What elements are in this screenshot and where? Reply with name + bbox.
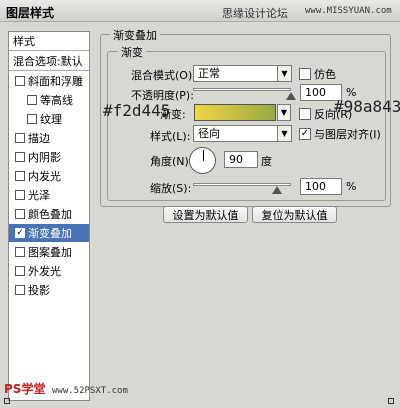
angle-dial[interactable] (189, 147, 216, 174)
checkbox[interactable] (299, 68, 311, 80)
sidebar-item-blending-options[interactable]: 混合选项:默认 (9, 52, 89, 70)
gradient-swatch[interactable] (194, 104, 276, 121)
dialog-title: 图层样式 (6, 6, 55, 20)
list-item-label: 描边 (28, 132, 50, 145)
checkbox-checked[interactable]: ✓ (299, 128, 311, 140)
list-item-label: 光泽 (28, 189, 50, 202)
style-list: 样式 混合选项:默认 斜面和浮雕 等高线 纹理 描边 内阴影 内发光 光泽 颜色… (8, 31, 90, 401)
checkbox[interactable] (15, 76, 25, 86)
scale-label: 缩放(S): (150, 182, 192, 195)
checkbox[interactable] (299, 108, 311, 120)
sidebar-item-texture[interactable]: 纹理 (9, 110, 89, 128)
list-item-label: 混合选项:默认 (13, 55, 83, 68)
list-item-label: 投影 (28, 284, 50, 297)
sidebar-item-contour[interactable]: 等高线 (9, 91, 89, 109)
list-item-label: 渐变叠加 (28, 227, 72, 240)
list-item-label: 纹理 (40, 113, 62, 126)
sidebar-item-drop-shadow[interactable]: 投影 (9, 281, 89, 299)
panel-title: 渐变叠加 (110, 27, 160, 43)
list-item-label: 图案叠加 (28, 246, 72, 259)
angle-input[interactable]: 90 (224, 151, 258, 168)
checkbox[interactable] (15, 171, 25, 181)
chevron-down-icon[interactable]: ▼ (277, 126, 291, 141)
list-item-label: 等高线 (40, 94, 73, 107)
list-item-label: 内阴影 (28, 151, 61, 164)
panel-subtitle: 渐变 (118, 44, 146, 60)
checkbox[interactable] (15, 133, 25, 143)
divider (9, 50, 89, 51)
list-item-label: 样式 (13, 35, 35, 48)
corner-mark (388, 398, 394, 404)
checkbox[interactable] (15, 209, 25, 219)
dither-checkbox[interactable]: 仿色 (299, 66, 336, 82)
sidebar-item-bevel-emboss[interactable]: 斜面和浮雕 (9, 72, 89, 90)
checkbox-checked[interactable]: ✓ (15, 228, 25, 238)
sidebar-item-outer-glow[interactable]: 外发光 (9, 262, 89, 280)
sidebar-item-satin[interactable]: 光泽 (9, 186, 89, 204)
list-item-label: 外发光 (28, 265, 61, 278)
opacity-slider-thumb[interactable] (286, 92, 296, 100)
sidebar-item-stroke[interactable]: 描边 (9, 129, 89, 147)
sidebar-item-inner-glow[interactable]: 内发光 (9, 167, 89, 185)
checkbox[interactable] (15, 285, 25, 295)
list-item-label: 颜色叠加 (28, 208, 72, 221)
sidebar-item-pattern-overlay[interactable]: 图案叠加 (9, 243, 89, 261)
checkbox[interactable] (15, 266, 25, 276)
opacity-slider-track[interactable] (193, 88, 291, 91)
scale-input[interactable]: 100 (300, 178, 342, 195)
checkbox[interactable] (15, 247, 25, 257)
checkbox[interactable] (15, 152, 25, 162)
chevron-down-icon[interactable]: ▼ (277, 66, 291, 81)
style-value: 径向 (198, 127, 220, 140)
angle-label: 角度(N): (150, 155, 193, 168)
angle-needle (203, 150, 204, 161)
blend-mode-label: 混合模式(O): (131, 69, 196, 82)
chevron-down-icon[interactable]: ▼ (277, 104, 291, 121)
dither-label: 仿色 (314, 68, 336, 81)
reset-default-button[interactable]: 复位为默认值 (252, 206, 337, 223)
watermark-url: www.MISSYUAN.com (305, 6, 392, 16)
corner-mark (4, 398, 10, 404)
title-bar: 图层样式 思缘设计论坛 www.MISSYUAN.com (0, 0, 400, 22)
checkbox[interactable] (15, 190, 25, 200)
style-label: 样式(L): (150, 130, 191, 143)
sidebar-item-inner-shadow[interactable]: 内阴影 (9, 148, 89, 166)
scale-unit: % (346, 180, 357, 193)
blend-mode-select[interactable]: 正常 ▼ (193, 65, 292, 82)
align-layer-checkbox[interactable]: ✓ 与图层对齐(I) (299, 126, 381, 142)
style-select[interactable]: 径向 ▼ (193, 125, 292, 142)
checkbox[interactable] (27, 114, 37, 124)
watermark-text: 思缘设计论坛 (222, 7, 288, 20)
make-default-button[interactable]: 设置为默认值 (163, 206, 248, 223)
list-item-label: 内发光 (28, 170, 61, 183)
divider (9, 70, 89, 71)
sidebar-item-color-overlay[interactable]: 颜色叠加 (9, 205, 89, 223)
left-color-annotation: #f2d445 (103, 101, 171, 120)
angle-unit: 度 (261, 155, 272, 168)
style-list-header[interactable]: 样式 (9, 32, 89, 50)
list-item-label: 斜面和浮雕 (28, 75, 83, 88)
checkbox[interactable] (27, 95, 37, 105)
blend-mode-value: 正常 (198, 67, 220, 80)
footer-logo: PS学堂 (4, 382, 46, 396)
sidebar-item-gradient-overlay[interactable]: ✓ 渐变叠加 (9, 224, 89, 242)
footer-url: www.52PSXT.com (52, 386, 128, 396)
scale-slider-thumb[interactable] (272, 186, 282, 194)
right-color-annotation: #98a843 (334, 97, 400, 116)
align-label: 与图层对齐(I) (314, 128, 381, 141)
